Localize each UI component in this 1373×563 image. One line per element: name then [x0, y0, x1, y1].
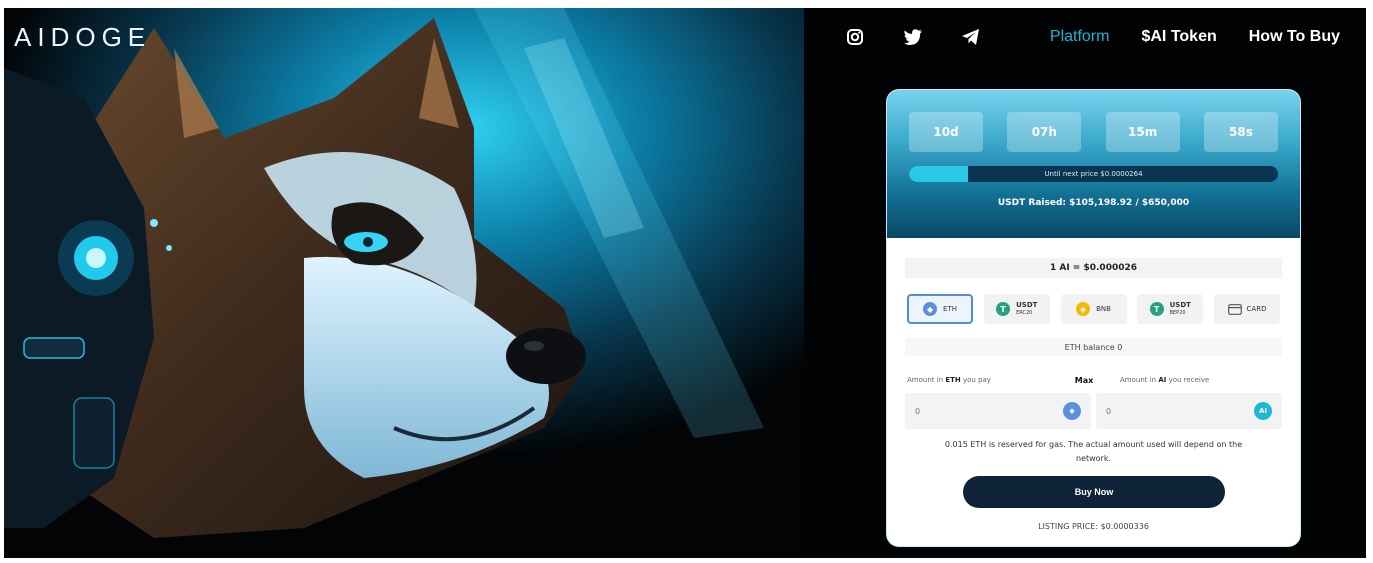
tether-icon: T [1149, 302, 1164, 316]
currency-bnb-button[interactable]: ◈ BNB [1060, 294, 1127, 324]
currency-card-label: CARD [1246, 305, 1267, 313]
usdt-raised: USDT Raised: $105,198.92 / $650,000 [997, 198, 1190, 208]
currency-usdt-bep20-button[interactable]: T USDT BEP20 [1137, 294, 1204, 324]
token-rate: 1 AI = $0.000026 [905, 258, 1282, 278]
eth-balance: ETH balance 0 [905, 338, 1282, 356]
card-icon [1227, 303, 1242, 315]
receive-amount-input[interactable]: 0 AI [1096, 393, 1282, 429]
brand-logo[interactable]: AIDOGE [14, 22, 151, 53]
countdown-days: 10d [909, 112, 983, 152]
presale-progress-bar: Until next price $0.0000264 [909, 166, 1278, 182]
instagram-icon[interactable] [844, 26, 866, 48]
bnb-icon: ◈ [1076, 302, 1091, 316]
pay-label-suffix: you pay [960, 376, 991, 384]
pay-label-token: ETH [945, 376, 961, 384]
pay-amount-label: Amount in ETH you pay [907, 376, 1062, 385]
receive-label-suffix: you receive [1166, 376, 1210, 384]
currency-usdt-bep20-network: BEP20 [1169, 310, 1186, 316]
telegram-icon[interactable] [960, 26, 982, 48]
hero-husky-illustration [4, 8, 804, 558]
presale-widget: 10d 07h 15m 58s Until next price $0.0000… [887, 90, 1300, 546]
countdown-seconds: 58s [1203, 112, 1278, 152]
currency-eth-label: ETH [943, 305, 957, 313]
ai-token-icon: AI [1254, 402, 1272, 420]
receive-amount-value: 0 [1106, 406, 1112, 416]
max-button[interactable]: Max [1062, 376, 1106, 385]
currency-usdt-erc20-label: USDT [1016, 301, 1038, 309]
currency-eth-button[interactable]: ◆ ETH [907, 294, 973, 324]
countdown-minutes: 15m [1105, 112, 1180, 152]
listing-price: LISTING PRICE: $0.0000336 [1038, 522, 1149, 531]
currency-selector: ◆ ETH T USDT ERC20 ◈ BNB T USDT BEP20 CARD [907, 294, 1280, 324]
page: AIDOGE Platform $AI Token How To Buy 10d… [4, 8, 1366, 558]
gas-note: 0.015 ETH is reserved for gas. The actua… [944, 440, 1243, 463]
receive-label-prefix: Amount in [1120, 376, 1159, 384]
tether-icon: T [996, 302, 1011, 316]
twitter-icon[interactable] [902, 26, 924, 48]
pay-label-prefix: Amount in [907, 376, 946, 384]
nav-link-platform[interactable]: Platform [1050, 28, 1110, 46]
amount-labels: Amount in ETH you pay Max Amount in AI y… [907, 376, 1282, 385]
currency-usdt-erc20-button[interactable]: T USDT ERC20 [983, 294, 1050, 324]
eth-icon: ◆ [1063, 402, 1081, 420]
countdown-timer: 10d 07h 15m 58s [909, 112, 1278, 152]
receive-amount-label: Amount in AI you receive [1106, 376, 1282, 385]
currency-bnb-label: BNB [1096, 305, 1111, 313]
pay-amount-input[interactable]: 0 ◆ [905, 393, 1091, 429]
nav-link-ai-token[interactable]: $AI Token [1141, 28, 1216, 46]
eth-icon: ◆ [923, 302, 938, 316]
nav-link-how-to-buy[interactable]: How To Buy [1249, 28, 1340, 46]
buy-now-button[interactable]: Buy Now [963, 476, 1225, 508]
amount-inputs: 0 ◆ 0 AI [905, 393, 1282, 429]
progress-label: Until next price $0.0000264 [1044, 170, 1143, 178]
currency-card-button[interactable]: CARD [1214, 294, 1280, 324]
pay-amount-value: 0 [915, 406, 921, 416]
currency-usdt-bep20-label: USDT [1169, 301, 1191, 309]
countdown-hours: 07h [1007, 112, 1082, 152]
presale-header: 10d 07h 15m 58s Until next price $0.0000… [887, 90, 1300, 238]
currency-usdt-erc20-network: ERC20 [1016, 310, 1033, 316]
top-nav: Platform $AI Token How To Buy [844, 26, 1340, 48]
